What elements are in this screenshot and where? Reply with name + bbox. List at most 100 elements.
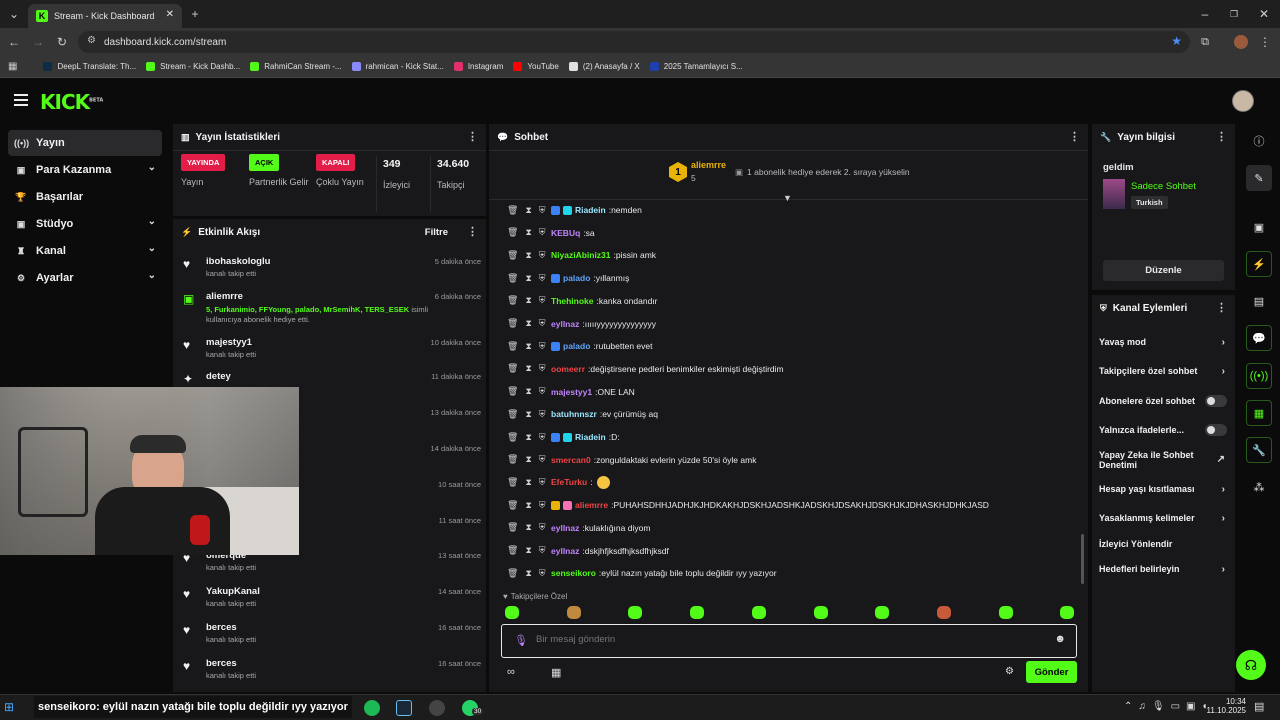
emote-icon[interactable] — [813, 606, 828, 619]
sidebar-item-kanal[interactable]: ♜ Kanal ⌄ — [8, 238, 162, 264]
category-thumbnail[interactable] — [1103, 179, 1125, 209]
bookmark-item[interactable]: YouTube — [513, 62, 559, 71]
emote-icon[interactable] — [1060, 606, 1075, 619]
activity-username[interactable]: YakupKanal — [206, 586, 260, 597]
new-tab-icon[interactable]: + — [186, 5, 204, 23]
chat-username[interactable]: batuhnnszr — [551, 409, 597, 419]
activity-username[interactable]: majestyy1 — [206, 337, 252, 348]
microphone-icon[interactable]: 🎙 — [514, 634, 528, 647]
user-avatar[interactable] — [1232, 90, 1254, 112]
ban-icon[interactable]: ⛨ — [539, 227, 546, 238]
chat-message[interactable]: 🗑 ⧗ ⛨ NiyaziAbiniz31: pissin amk — [507, 247, 656, 263]
flash-icon[interactable]: ⚡ — [1246, 251, 1272, 277]
activity-item[interactable]: ♥ YakupKanal kanalı takip etti 14 saat önce — [181, 586, 481, 616]
bookmark-item[interactable]: (2) Anasayfa / X — [568, 62, 640, 71]
channel-action-item[interactable]: Yalnızca ifadelerle... — [1099, 424, 1229, 436]
timeout-icon[interactable]: ⧗ — [525, 522, 531, 533]
chat-username[interactable]: smercan0 — [551, 455, 591, 465]
channel-actions-menu-icon[interactable]: ⋮ — [1216, 301, 1227, 314]
chat-menu-icon[interactable]: ⋮ — [1069, 130, 1080, 143]
activity-item[interactable]: ♥ berces kanalı takip etti 16 saat önce — [181, 622, 481, 652]
timeout-icon[interactable]: ⧗ — [525, 273, 531, 284]
sidebar-item-ayarlar[interactable]: ⚙ Ayarlar ⌄ — [8, 265, 162, 291]
leaderboard-banner[interactable]: 1 aliemrre 5 ▣ 1 abonelik hediye ederek 2… — [489, 150, 1088, 203]
channel-action-item[interactable]: Yavaş mod › — [1099, 337, 1229, 348]
delete-icon[interactable]: 🗑 — [507, 363, 518, 374]
delete-icon[interactable]: 🗑 — [507, 454, 518, 465]
bookmark-item[interactable]: 2025 Tamamlayıcı S... — [649, 62, 743, 71]
spotify-icon[interactable] — [364, 700, 380, 716]
channel-action-item[interactable]: Hedefleri belirleyin › — [1099, 564, 1229, 575]
activity-username[interactable]: aliemrre — [206, 291, 243, 302]
delete-icon[interactable]: 🗑 — [507, 295, 518, 306]
channel-action-item[interactable]: Yasaklanmış kelimeler › — [1099, 513, 1229, 524]
delete-icon[interactable]: 🗑 — [507, 205, 518, 216]
emote-icon[interactable] — [998, 606, 1013, 619]
chat-username[interactable]: oomeerr — [551, 364, 585, 374]
activity-item[interactable]: ♥ majestyy1 kanalı takip etti 10 dakika önc… — [181, 337, 481, 367]
emoji-icon[interactable]: ☻ — [1054, 633, 1066, 645]
browser-tab[interactable]: K Stream - Kick Dashboard ✕ — [28, 4, 182, 28]
channel-action-item[interactable]: Hesap yaşı kısıtlaması › — [1099, 484, 1229, 495]
sidebar-item-yayın[interactable]: ((•)) Yayın — [8, 130, 162, 156]
chat-message[interactable]: 🗑 ⧗ ⛨ smercan0: zonguldaktaki evlerin yüzde… — [507, 452, 756, 468]
activity-menu-icon[interactable]: ⋮ — [467, 225, 478, 238]
delete-icon[interactable]: 🗑 — [507, 250, 518, 261]
delete-icon[interactable]: 🗑 — [507, 227, 518, 238]
emote-icon[interactable] — [628, 606, 643, 619]
timeout-icon[interactable]: ⧗ — [525, 409, 531, 420]
stream-info-menu-icon[interactable]: ⋮ — [1216, 130, 1227, 143]
activity-item[interactable]: ▣ aliemrre 5, Furkanimio, FFYoung, palado,… — [181, 291, 481, 324]
chat-username[interactable]: Thehinoke — [551, 296, 594, 306]
back-icon[interactable]: ← — [5, 33, 23, 51]
chat-scrollbar[interactable] — [1081, 534, 1084, 584]
timeout-icon[interactable]: ⧗ — [525, 227, 531, 238]
delete-icon[interactable]: 🗑 — [507, 568, 518, 579]
close-window-icon[interactable]: ✕ — [1255, 5, 1273, 23]
url-field[interactable]: ⚙ dashboard.kick.com/stream ★ — [78, 31, 1190, 53]
timeout-icon[interactable]: ⧗ — [525, 386, 531, 397]
ban-icon[interactable]: ⛨ — [539, 432, 546, 443]
sidebar-item-stüdyo[interactable]: ▣ Stüdyo ⌄ — [8, 211, 162, 237]
chat-message[interactable]: 🗑 ⧗ ⛨ Riadein: nemden — [507, 202, 642, 218]
activity-username[interactable]: detey — [206, 371, 231, 382]
system-tray-icons[interactable]: ⌃♫🎙▭▣◖ — [1124, 701, 1214, 712]
chat-message[interactable]: 🗑 ⧗ ⛨ eyllnaz: dskjhfjksdfhjksdfhjksdf — [507, 543, 669, 559]
chat-message[interactable]: 🗑 ⧗ ⛨ EfeTurku: — [507, 474, 610, 490]
ban-icon[interactable]: ⛨ — [539, 454, 546, 465]
chat-username[interactable]: majestyy1 — [551, 387, 592, 397]
start-icon[interactable]: ⊞ — [4, 700, 14, 714]
forward-icon[interactable]: → — [29, 33, 47, 51]
emote-icon[interactable] — [936, 606, 951, 619]
chat-username[interactable]: eyllnaz — [551, 546, 579, 556]
chat-username[interactable]: senseikoro — [551, 568, 596, 578]
edit-pencil-icon[interactable]: ✎ — [1246, 165, 1272, 191]
timeout-icon[interactable]: ⧗ — [525, 363, 531, 374]
delete-icon[interactable]: 🗑 — [507, 432, 518, 443]
delete-icon[interactable]: 🗑 — [507, 409, 518, 420]
hamburger-menu-icon[interactable] — [14, 94, 28, 106]
ban-icon[interactable]: ⛨ — [539, 273, 546, 284]
chat-message[interactable]: 🗑 ⧗ ⛨ eyllnaz: kulaklığına diyom — [507, 520, 650, 536]
extensions-icon[interactable]: ⧉ — [1196, 33, 1214, 51]
chat-username[interactable]: eyllnaz — [551, 523, 579, 533]
chat-message[interactable]: 🗑 ⧗ ⛨ Thehinoke: kanka ondandır — [507, 293, 658, 309]
channel-action-item[interactable]: Yapay Zeka ile Sohbet Denetimi ↗ — [1099, 450, 1229, 470]
chat-message[interactable]: 🗑 ⧗ ⛨ senseikoro: eylül nazın yatağı bile t… — [507, 565, 777, 581]
reload-icon[interactable]: ↻ — [53, 33, 71, 51]
ban-icon[interactable]: ⛨ — [539, 477, 546, 488]
activity-item[interactable]: ♥ ibohaskologlu kanalı takip etti 5 dakika … — [181, 256, 481, 286]
delete-icon[interactable]: 🗑 — [507, 522, 518, 533]
delete-icon[interactable]: 🗑 — [507, 386, 518, 397]
chat-message[interactable]: 🗑 ⧗ ⛨ KEBUq: sa — [507, 225, 595, 241]
bookmark-item[interactable]: rahmican - Kick Stat... — [351, 62, 444, 71]
obs-icon[interactable] — [429, 700, 445, 716]
timeout-icon[interactable]: ⧗ — [525, 477, 531, 488]
chat-message[interactable]: 🗑 ⧗ ⛨ batuhnnszr: ev çürümüş aq — [507, 406, 658, 422]
chat-username[interactable]: KEBUq — [551, 228, 580, 238]
chat-message[interactable]: 🗑 ⧗ ⛨ oomeerr: değiştirsene pedleri benimki… — [507, 361, 784, 377]
chat-message[interactable]: 🗑 ⧗ ⛨ eyllnaz: ıııııyyyyyyyyyyyyyy — [507, 316, 656, 332]
store-icon[interactable]: ▦ — [551, 666, 561, 679]
activity-username[interactable]: berces — [206, 622, 237, 633]
timeout-icon[interactable]: ⧗ — [525, 454, 531, 465]
